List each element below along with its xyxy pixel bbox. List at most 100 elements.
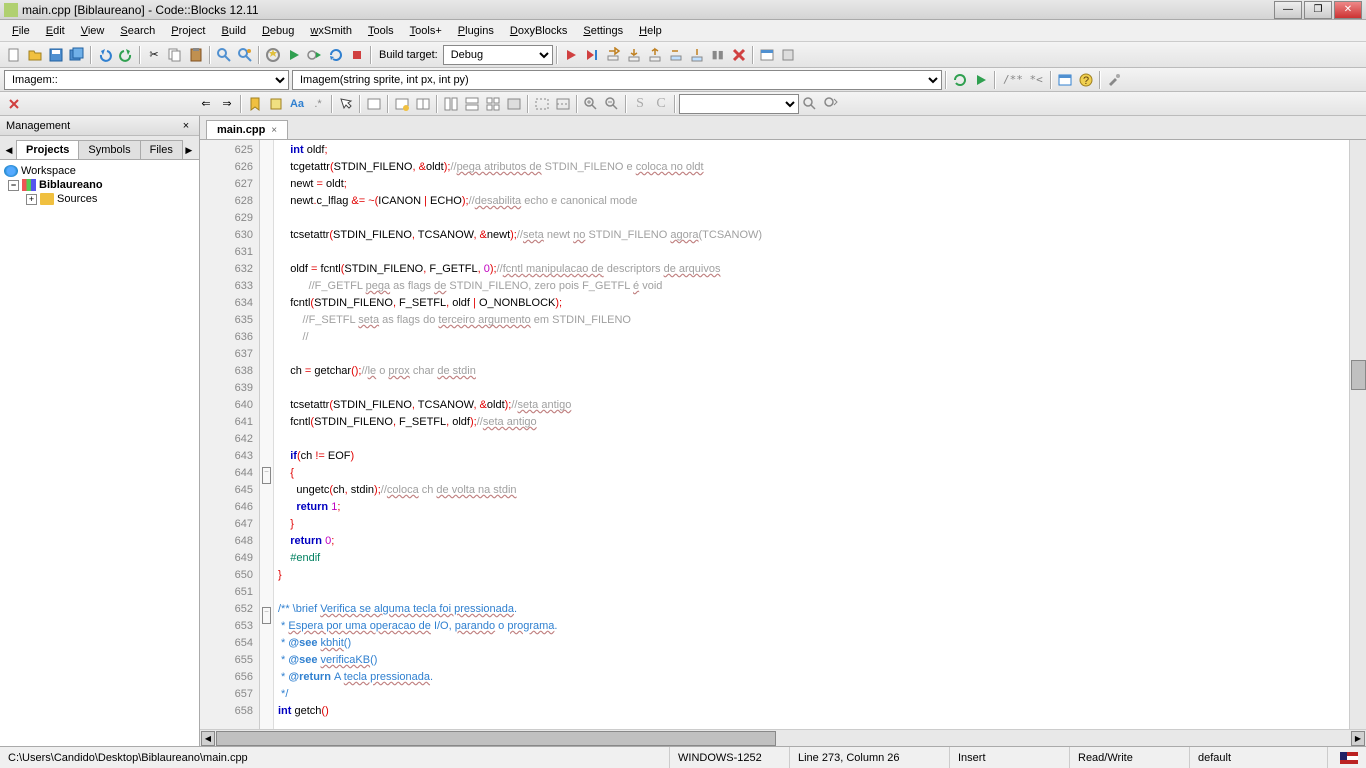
copy-button[interactable] bbox=[165, 45, 185, 65]
search-combo[interactable] bbox=[679, 94, 799, 114]
abort-button[interactable] bbox=[347, 45, 367, 65]
vertical-scrollbar[interactable] bbox=[1349, 140, 1366, 729]
code-editor[interactable]: int oldf; tcgetattr(STDIN_FILENO, &oldt)… bbox=[274, 140, 1349, 729]
open-file-button[interactable] bbox=[25, 45, 45, 65]
clear-button[interactable] bbox=[4, 94, 24, 114]
stop-debug-button[interactable] bbox=[729, 45, 749, 65]
win-8-button[interactable] bbox=[532, 94, 552, 114]
step-out-button[interactable] bbox=[645, 45, 665, 65]
menu-help[interactable]: Help bbox=[631, 23, 670, 39]
menu-search[interactable]: Search bbox=[112, 23, 163, 39]
hscroll-right-button[interactable]: ▶ bbox=[1351, 731, 1365, 746]
menu-wxsmith[interactable]: wxSmith bbox=[302, 23, 360, 39]
step-into-button[interactable] bbox=[624, 45, 644, 65]
next-instr-button[interactable] bbox=[666, 45, 686, 65]
menu-edit[interactable]: Edit bbox=[38, 23, 73, 39]
menu-tools[interactable]: Tools bbox=[360, 23, 402, 39]
search-opts-button[interactable] bbox=[821, 94, 841, 114]
zoom-out-button[interactable] bbox=[602, 94, 622, 114]
function-select[interactable]: Imagem(string sprite, int px, int py) bbox=[292, 70, 942, 90]
undo-button[interactable] bbox=[95, 45, 115, 65]
break-button[interactable]: ▮▮ bbox=[708, 45, 728, 65]
build-target-select[interactable]: Debug bbox=[443, 45, 553, 65]
scope-select[interactable]: Imagem:: bbox=[4, 70, 289, 90]
win-2-button[interactable] bbox=[392, 94, 412, 114]
hscroll-thumb[interactable] bbox=[216, 731, 776, 746]
menu-build[interactable]: Build bbox=[214, 23, 254, 39]
tab-nav-left[interactable]: ◀ bbox=[2, 141, 16, 159]
info-button[interactable] bbox=[778, 45, 798, 65]
vscroll-thumb[interactable] bbox=[1351, 360, 1366, 390]
build-button[interactable] bbox=[263, 45, 283, 65]
run-to-cursor-button[interactable] bbox=[582, 45, 602, 65]
doxy-help-button[interactable]: ? bbox=[1076, 70, 1096, 90]
menu-tools+[interactable]: Tools+ bbox=[402, 23, 450, 39]
text-format-button[interactable]: Aa bbox=[287, 94, 307, 114]
menu-debug[interactable]: Debug bbox=[254, 23, 302, 39]
source-button[interactable]: S bbox=[630, 94, 650, 114]
editor-tab-main[interactable]: main.cpp × bbox=[206, 120, 288, 139]
project-tree[interactable]: Workspace −Biblaureano +Sources bbox=[0, 160, 199, 746]
search-go-button[interactable] bbox=[800, 94, 820, 114]
step-into-instr-button[interactable] bbox=[687, 45, 707, 65]
maximize-button[interactable]: ❐ bbox=[1304, 1, 1332, 19]
build-run-button[interactable] bbox=[305, 45, 325, 65]
hscroll-left-button[interactable]: ◀ bbox=[201, 731, 215, 746]
editor-tab-close-icon[interactable]: × bbox=[271, 125, 277, 136]
win-1-button[interactable] bbox=[364, 94, 384, 114]
find-button[interactable] bbox=[214, 45, 234, 65]
regex-button[interactable]: .* bbox=[308, 94, 328, 114]
management-close-icon[interactable]: × bbox=[179, 120, 193, 132]
win-4-button[interactable] bbox=[441, 94, 461, 114]
redo-button[interactable] bbox=[116, 45, 136, 65]
save-button[interactable] bbox=[46, 45, 66, 65]
paste-button[interactable] bbox=[186, 45, 206, 65]
menu-plugins[interactable]: Plugins bbox=[450, 23, 502, 39]
menu-settings[interactable]: Settings bbox=[575, 23, 631, 39]
close-button[interactable]: ✕ bbox=[1334, 1, 1362, 19]
nav-forward-button[interactable]: ⇒ bbox=[217, 94, 237, 114]
tab-files[interactable]: Files bbox=[140, 140, 183, 159]
new-file-button[interactable] bbox=[4, 45, 24, 65]
win-9-button[interactable] bbox=[553, 94, 573, 114]
doxy-comment-button[interactable]: /** *< bbox=[999, 70, 1047, 90]
doxy-html-button[interactable] bbox=[1055, 70, 1075, 90]
c-button[interactable]: C bbox=[651, 94, 671, 114]
tab-projects[interactable]: Projects bbox=[16, 140, 79, 159]
menu-view[interactable]: View bbox=[73, 23, 113, 39]
horizontal-scrollbar[interactable]: ◀ ▶ bbox=[200, 729, 1366, 746]
nav-back-button[interactable]: ⇐ bbox=[196, 94, 216, 114]
menu-project[interactable]: Project bbox=[163, 23, 213, 39]
win-7-button[interactable] bbox=[504, 94, 524, 114]
rebuild-button[interactable] bbox=[326, 45, 346, 65]
highlight-button[interactable] bbox=[266, 94, 286, 114]
debug-start-button[interactable] bbox=[561, 45, 581, 65]
expand-icon[interactable]: + bbox=[26, 194, 37, 205]
tree-workspace[interactable]: Workspace bbox=[4, 164, 195, 178]
doxy-run-button[interactable] bbox=[950, 70, 970, 90]
win-6-button[interactable] bbox=[483, 94, 503, 114]
next-line-button[interactable] bbox=[603, 45, 623, 65]
status-insert: Insert bbox=[950, 747, 1070, 768]
run-button[interactable] bbox=[284, 45, 304, 65]
tab-nav-right[interactable]: ▶ bbox=[182, 141, 196, 159]
minimize-button[interactable]: — bbox=[1274, 1, 1302, 19]
doxy-config-button[interactable] bbox=[1104, 70, 1124, 90]
win-5-button[interactable] bbox=[462, 94, 482, 114]
save-all-button[interactable] bbox=[67, 45, 87, 65]
debug-windows-button[interactable] bbox=[757, 45, 777, 65]
tree-project[interactable]: −Biblaureano bbox=[4, 178, 195, 192]
menu-file[interactable]: File bbox=[4, 23, 38, 39]
select-button[interactable] bbox=[336, 94, 356, 114]
expand-icon[interactable]: − bbox=[8, 180, 19, 191]
tab-symbols[interactable]: Symbols bbox=[78, 140, 140, 159]
replace-button[interactable] bbox=[235, 45, 255, 65]
tree-folder-sources[interactable]: +Sources bbox=[4, 192, 195, 206]
bookmark-button[interactable] bbox=[245, 94, 265, 114]
doxy-extract-button[interactable] bbox=[971, 70, 991, 90]
zoom-in-button[interactable] bbox=[581, 94, 601, 114]
cut-button[interactable]: ✂ bbox=[144, 45, 164, 65]
win-3-button[interactable] bbox=[413, 94, 433, 114]
menu-doxyblocks[interactable]: DoxyBlocks bbox=[502, 23, 575, 39]
fold-column[interactable]: −− bbox=[260, 140, 274, 729]
